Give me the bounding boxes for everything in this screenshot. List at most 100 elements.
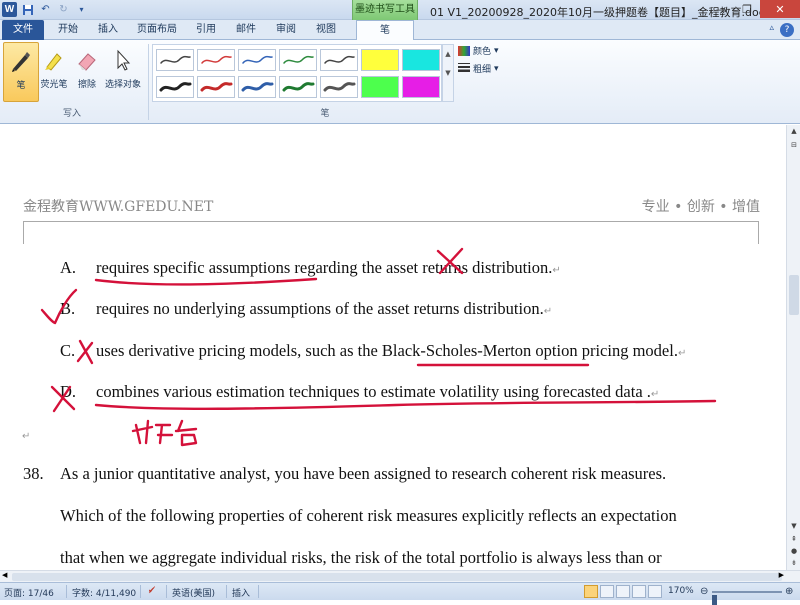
option-text: requires specific assumptions regarding … — [96, 258, 553, 277]
scroll-up-icon[interactable]: ▲ — [788, 125, 800, 137]
tab-home[interactable]: 开始 — [50, 20, 86, 40]
tab-view[interactable]: 视图 — [308, 20, 344, 40]
highlighter-color-swatch[interactable] — [402, 76, 440, 98]
minimize-button[interactable]: — — [708, 0, 734, 18]
scroll-left-icon[interactable]: ◀ — [2, 571, 7, 579]
horizontal-scrollbar[interactable]: ◀ ▶ — [0, 570, 800, 582]
save-icon[interactable] — [20, 2, 35, 17]
pen-style-gallery — [152, 44, 442, 102]
word-logo-icon[interactable]: W — [2, 2, 17, 17]
status-bar: 页面: 17/46 字数: 4/11,490 ✔̸ 英语(美国) 插入 170%… — [0, 582, 800, 605]
tab-references[interactable]: 引用 — [188, 20, 224, 40]
pen-style-swatch[interactable] — [238, 76, 276, 98]
language-indicator[interactable]: 英语(美国) — [172, 586, 215, 599]
insert-mode-indicator[interactable]: 插入 — [232, 586, 250, 599]
browse-object-icon[interactable]: ● — [788, 545, 800, 557]
pen-color-dropdown[interactable]: 颜色 ▾ — [458, 44, 499, 57]
tab-insert[interactable]: 插入 — [90, 20, 126, 40]
ruler-toggle-icon[interactable]: ⊟ — [788, 139, 800, 151]
ribbon-collapse-icon[interactable]: ▵ — [769, 23, 774, 37]
zoom-out-icon[interactable]: ⊖ — [700, 586, 708, 597]
zoom-in-icon[interactable]: ⊕ — [785, 586, 793, 597]
question-line: Which of the following properties of coh… — [60, 506, 677, 525]
highlighter-color-swatch[interactable] — [361, 49, 399, 71]
horizontal-scroll-thumb[interactable] — [12, 573, 782, 581]
quick-access-toolbar: W ↶ ↻ ▾ — [2, 2, 89, 17]
full-screen-reading-button[interactable] — [600, 585, 614, 598]
select-object-label: 选择对象 — [104, 80, 141, 90]
pen-tool-label: 笔 — [16, 81, 26, 91]
print-layout-view-button[interactable] — [584, 585, 598, 598]
option-b: B. requires no underlying assumptions of … — [60, 299, 552, 319]
highlighter-color-swatch[interactable] — [402, 49, 440, 71]
select-object-button[interactable]: 选择对象 — [103, 42, 143, 102]
highlighter-color-swatch[interactable] — [361, 76, 399, 98]
tab-review[interactable]: 审阅 — [268, 20, 304, 40]
title-bar: W ↶ ↻ ▾ 墨迹书写工具 01 V1_20200928_2020年10月一级… — [0, 0, 800, 20]
maximize-button[interactable]: ❐ — [734, 0, 760, 18]
pen-style-swatch[interactable] — [197, 49, 235, 71]
pen-style-swatch[interactable] — [156, 76, 194, 98]
option-d: D. combines various estimation techniques… — [60, 382, 659, 402]
option-a: A. requires specific assumptions regardin… — [60, 258, 561, 278]
vertical-scrollbar[interactable]: ▲ ⊟ ▼ ⇞ ● ⇟ — [786, 125, 800, 570]
tab-file[interactable]: 文件 — [2, 20, 44, 40]
pen-tool-button[interactable]: 笔 — [3, 42, 39, 102]
undo-icon[interactable]: ↶ — [38, 2, 53, 17]
question-number: 38. — [23, 464, 44, 483]
scroll-right-icon[interactable]: ▶ — [779, 571, 784, 579]
zoom-slider[interactable] — [712, 591, 782, 605]
draft-view-button[interactable] — [648, 585, 662, 598]
chevron-down-icon: ▾ — [494, 45, 499, 56]
highlighter-tool-button[interactable]: 荧光笔 — [36, 42, 72, 102]
next-page-icon[interactable]: ⇟ — [788, 557, 800, 569]
redo-icon[interactable]: ↻ — [56, 2, 71, 17]
select-arrow-icon — [108, 45, 138, 75]
option-letter: B. — [60, 299, 76, 318]
pen-style-swatch[interactable] — [238, 49, 276, 71]
ink-tools-context-label: 墨迹书写工具 — [352, 0, 418, 20]
page-count[interactable]: 页面: 17/46 — [4, 586, 54, 599]
word-count[interactable]: 字数: 4/11,490 — [72, 586, 136, 599]
pen-style-swatch[interactable] — [279, 76, 317, 98]
document-page[interactable]: 金程教育WWW.GFEDU.NET 专业 • 创新 • 增值 A. require… — [0, 125, 786, 570]
pen-style-swatch[interactable] — [320, 76, 358, 98]
spelling-check-icon[interactable]: ✔̸ — [148, 586, 156, 596]
option-text: combines various estimation techniques t… — [96, 382, 651, 401]
pen-style-swatch[interactable] — [320, 49, 358, 71]
web-layout-button[interactable] — [616, 585, 630, 598]
customize-qat-icon[interactable]: ▾ — [74, 2, 89, 17]
status-separator — [226, 585, 227, 598]
scroll-down-icon[interactable]: ▼ — [788, 520, 800, 532]
tab-pen[interactable]: 笔 — [356, 20, 414, 41]
margin-corner-mark — [758, 222, 759, 244]
gallery-scroll[interactable]: ▲ ▼ — [442, 44, 454, 102]
help-icon[interactable]: ? — [780, 23, 794, 37]
status-separator — [166, 585, 167, 598]
option-letter: A. — [60, 258, 77, 277]
zoom-slider-thumb[interactable] — [712, 595, 717, 605]
pen-style-swatch[interactable] — [156, 49, 194, 71]
status-separator — [140, 585, 141, 598]
help-area: ▵ ? — [769, 23, 794, 37]
paragraph-mark-icon: ↵ — [650, 389, 660, 400]
window-controls: — ❐ ✕ — [708, 0, 800, 18]
pen-style-swatch[interactable] — [197, 76, 235, 98]
eraser-tool-button[interactable]: 擦除 — [69, 42, 105, 102]
tab-layout[interactable]: 页面布局 — [130, 20, 184, 40]
option-letter: C. — [60, 341, 76, 360]
prev-page-icon[interactable]: ⇞ — [788, 533, 800, 545]
pen-weight-dropdown[interactable]: 粗细 ▾ — [458, 62, 499, 75]
pen-style-swatch[interactable] — [279, 49, 317, 71]
scroll-thumb[interactable] — [789, 275, 799, 315]
tab-mailings[interactable]: 邮件 — [228, 20, 264, 40]
ribbon-pen: 笔 荧光笔 擦除 选择对象 写入 ▲ ▼ 颜色 ▾ 粗细 ▾ 笔 — [0, 40, 800, 124]
group-write-label: 写入 — [62, 109, 81, 119]
close-button[interactable]: ✕ — [760, 0, 800, 18]
option-text: uses derivative pricing models, such as … — [96, 341, 678, 360]
eraser-tool-label: 擦除 — [77, 80, 96, 90]
question-line: that when we aggregate individual risks,… — [60, 548, 662, 567]
ribbon-tab-row: 文件 开始 插入 页面布局 引用 邮件 审阅 视图 笔 ▵ ? — [0, 20, 800, 41]
zoom-level[interactable]: 170% — [668, 586, 694, 596]
outline-view-button[interactable] — [632, 585, 646, 598]
